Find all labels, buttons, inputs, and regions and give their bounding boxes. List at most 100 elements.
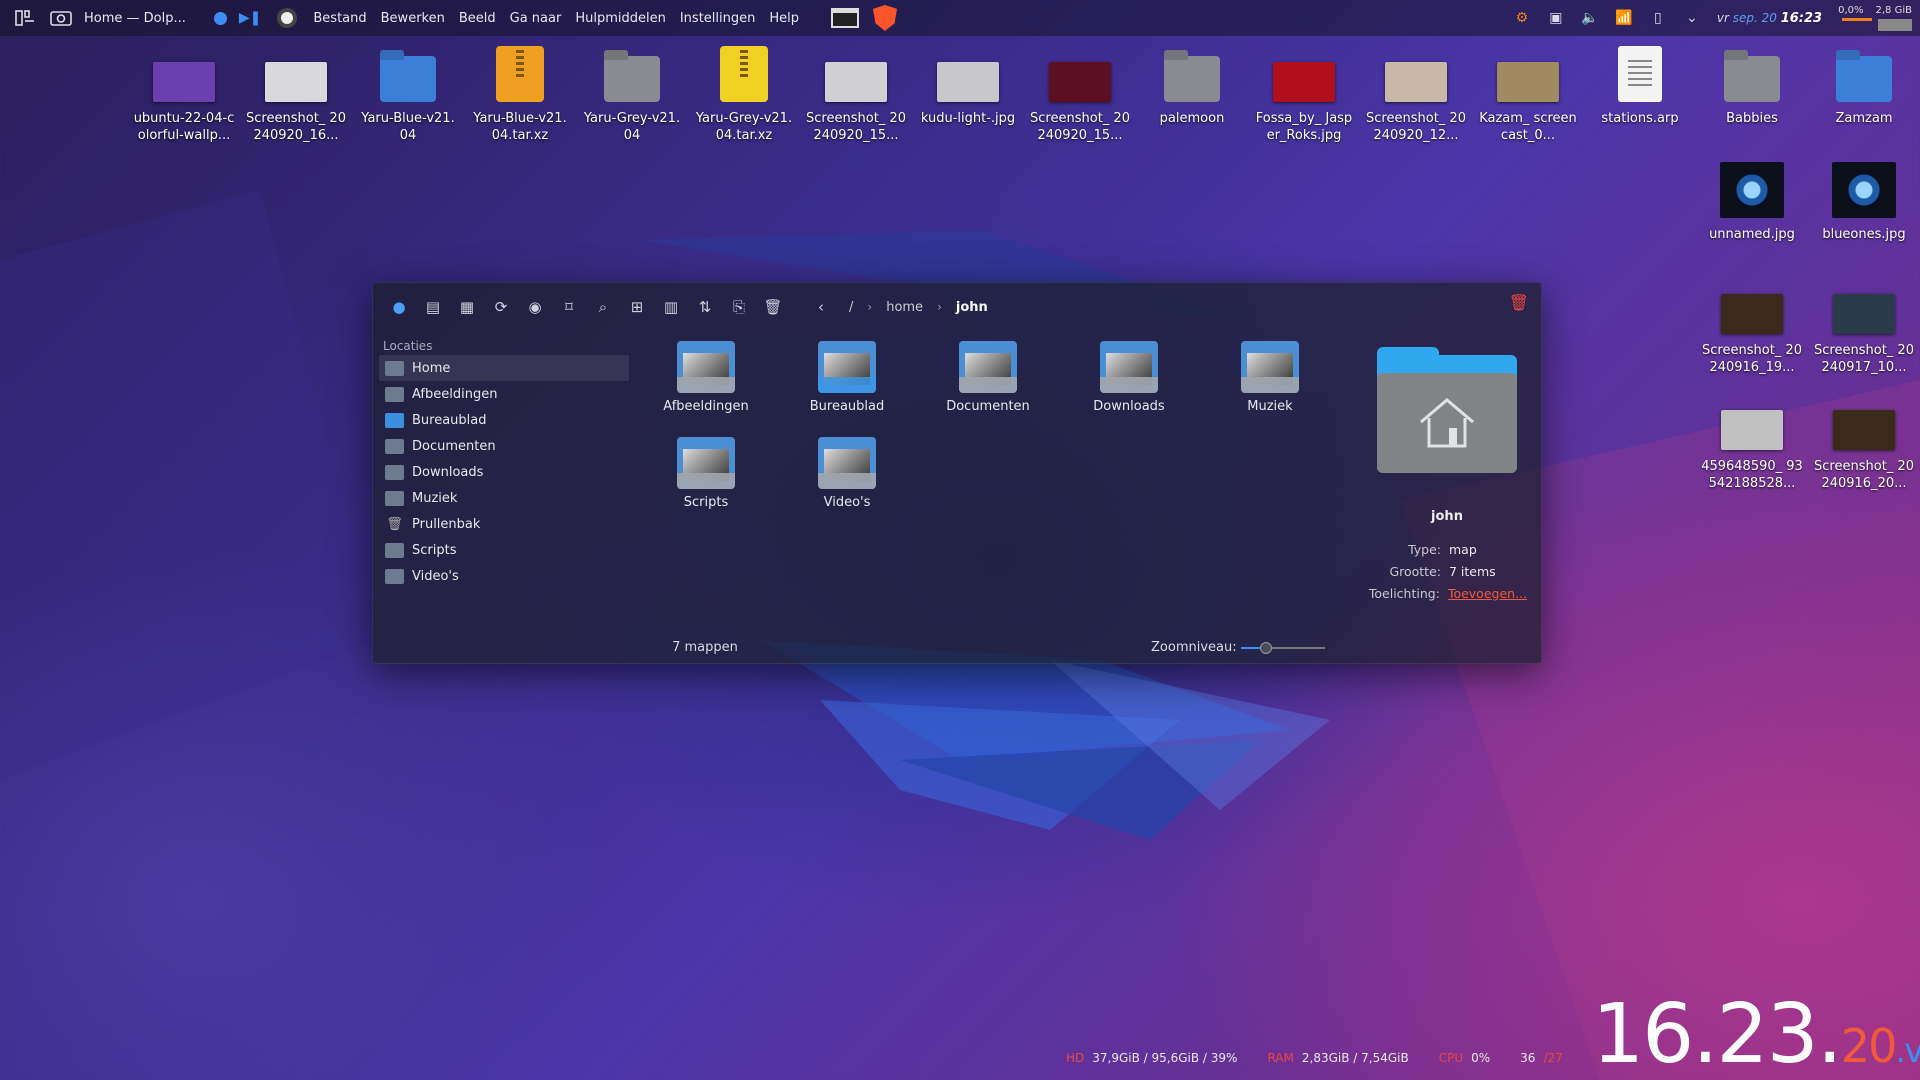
clock-seconds: 20 — [1840, 1019, 1898, 1073]
places-item[interactable]: 🗑 Prullenbak — [379, 511, 629, 537]
info-type-label: Type: — [1408, 541, 1441, 557]
volume-icon[interactable]: 🔈 — [1581, 9, 1599, 27]
desktop-icon-label: Yaru-Grey-v21. 04 — [583, 111, 681, 143]
menu-hulpmiddelen[interactable]: Hulpmiddelen — [575, 11, 666, 26]
menu-bewerken[interactable]: Bewerken — [381, 11, 445, 26]
places-item[interactable]: Documenten — [379, 433, 629, 459]
desktop-icon[interactable]: Zamzam — [1812, 46, 1916, 127]
desktop-icon[interactable]: Yaru-Blue-v21. 04 — [356, 46, 460, 144]
places-item[interactable]: Video's — [379, 563, 629, 589]
desktop-icon-label: Fossa_by_ Jasper_Roks.jpg — [1255, 111, 1353, 143]
zoom-slider[interactable] — [1241, 642, 1325, 654]
zoom-handle[interactable] — [1260, 642, 1273, 654]
add-comment-link[interactable]: Toevoegen... — [1448, 586, 1527, 601]
menu-ga-naar[interactable]: Ga naar — [510, 11, 562, 26]
menu-instellingen[interactable]: Instellingen — [680, 11, 756, 26]
places-item[interactable]: Muziek — [379, 485, 629, 511]
trash-icon[interactable]: 🗑 — [1509, 293, 1529, 312]
system-stats: HD 37,9GiB / 95,6GiB / 39% RAM 2,83GiB /… — [1066, 1051, 1563, 1065]
desktop-icon[interactable]: kudu-light-.jpg — [916, 46, 1020, 127]
copy-icon[interactable]: ⎘ — [725, 293, 753, 321]
compact-view-icon[interactable]: ▥ — [657, 293, 685, 321]
obs-icon[interactable] — [277, 8, 298, 28]
cpu-value: 0% — [1471, 1051, 1491, 1065]
desktop-icon[interactable]: Screenshot_ 20240920_15... — [1028, 46, 1132, 144]
desktop-icon[interactable]: Screenshot_ 20240920_16... — [244, 46, 348, 144]
hd-label: HD — [1066, 1051, 1085, 1065]
resource-monitor[interactable]: 0,0% 2,8 GiB — [1838, 5, 1912, 31]
folder-icon — [1164, 56, 1220, 102]
dolphin-toolbar: ● ▤ ▦ ⟳ ◉ ⌑ ⌕ ⊞ ▥ ⇅ ⎘ 🗑 ‹ / › home › joh… — [373, 283, 1541, 331]
icons-view-icon[interactable]: ⊞ — [623, 293, 651, 321]
bookmark-icon[interactable]: ⌑ — [555, 293, 583, 321]
updates-icon[interactable]: ⚙ — [1513, 9, 1531, 27]
chevron-down-icon[interactable]: ⌄ — [1683, 9, 1701, 27]
new-tab-icon[interactable]: ▦ — [453, 293, 481, 321]
search-icon[interactable]: ⌕ — [589, 293, 617, 321]
file-item[interactable]: Downloads — [1064, 341, 1194, 414]
clipboard-icon[interactable]: ▣ — [1547, 9, 1565, 27]
ram-value: 2,83GiB / 7,54GiB — [1301, 1051, 1409, 1065]
network-icon[interactable]: 📶 — [1615, 9, 1633, 27]
places-item[interactable]: Bureaublad — [379, 407, 629, 433]
desktop-icon[interactable]: blueones.jpg — [1812, 162, 1916, 243]
desktop-icon[interactable]: 459648590_ 93542188528... — [1700, 394, 1804, 492]
info-size-value: 7 items — [1449, 563, 1496, 579]
show-hidden-icon[interactable]: ◉ — [521, 293, 549, 321]
view-mode-icon[interactable]: ● — [385, 293, 413, 321]
desktop-icon[interactable]: Screenshot_ 20240920_15... — [804, 46, 908, 144]
places-item[interactable]: Home — [379, 355, 629, 381]
file-item[interactable]: Muziek — [1205, 341, 1335, 414]
desktop-icon[interactable]: ubuntu-22-04-colorful-wallp... — [132, 46, 236, 144]
file-item[interactable]: Bureaublad — [782, 341, 912, 414]
active-window-title[interactable]: Home — Dolp... — [84, 11, 186, 26]
file-item[interactable]: Afbeeldingen — [641, 341, 771, 414]
crumb-home[interactable]: home — [886, 300, 923, 315]
file-item[interactable]: Video's — [782, 437, 912, 510]
brave-browser-icon[interactable] — [873, 5, 897, 31]
folder-icon — [818, 437, 876, 489]
cpu-label: CPU — [1438, 1051, 1464, 1065]
places-item[interactable]: Downloads — [379, 459, 629, 485]
image-icon — [1721, 294, 1783, 334]
desktop-icon[interactable]: Screenshot_ 20240916_20... — [1812, 394, 1916, 492]
split-view-icon[interactable]: ▤ — [419, 293, 447, 321]
info-size-row: Grootte: 7 items — [1367, 560, 1527, 582]
sort-icon[interactable]: ⇅ — [691, 293, 719, 321]
crumb-root[interactable]: / — [849, 300, 853, 315]
panel-clock[interactable]: vr sep. 20 16:23 — [1717, 11, 1822, 26]
dolphin-window[interactable]: ● ▤ ▦ ⟳ ◉ ⌑ ⌕ ⊞ ▥ ⇅ ⎘ 🗑 ‹ / › home › joh… — [372, 282, 1542, 664]
file-item[interactable]: Documenten — [923, 341, 1053, 414]
places-item[interactable]: Afbeeldingen — [379, 381, 629, 407]
play-pause-icon[interactable]: ▶❚ — [239, 10, 262, 26]
screenshot-icon[interactable] — [48, 5, 74, 31]
terminal-icon[interactable] — [831, 8, 859, 28]
menu-bestand[interactable]: Bestand — [313, 11, 366, 26]
desktop-icon[interactable]: Yaru-Grey-v21. 04.tar.xz — [692, 46, 796, 144]
desktop-icon[interactable]: Screenshot_ 20240920_12... — [1364, 46, 1468, 144]
desktop-icon[interactable]: Yaru-Grey-v21. 04 — [580, 46, 684, 144]
battery-icon[interactable]: ▯ — [1649, 9, 1667, 27]
desktop-icon[interactable]: Fossa_by_ Jasper_Roks.jpg — [1252, 46, 1356, 144]
places-item[interactable]: Scripts — [379, 537, 629, 563]
desktop-icon[interactable]: unnamed.jpg — [1700, 162, 1804, 243]
desktop-icon[interactable]: Screenshot_ 20240916_19... — [1700, 278, 1804, 376]
desktop-icon[interactable]: stations.arp — [1588, 46, 1692, 127]
delete-icon[interactable]: 🗑 — [759, 293, 787, 321]
refresh-icon[interactable]: ⟳ — [487, 293, 515, 321]
desktop-icon[interactable]: palemoon — [1140, 46, 1244, 127]
desktop-icon[interactable]: Yaru-Blue-v21. 04.tar.xz — [468, 46, 572, 144]
crumb-current[interactable]: john — [956, 300, 988, 315]
app-launcher-icon[interactable] — [12, 5, 38, 31]
desktop-icon[interactable]: Babbies — [1700, 46, 1804, 127]
places-item-label: Scripts — [412, 542, 457, 558]
menu-beeld[interactable]: Beeld — [459, 11, 496, 26]
desktop-icon[interactable]: Kazam_ screencast_0... — [1476, 46, 1580, 144]
menu-help[interactable]: Help — [769, 11, 799, 26]
image-icon — [153, 62, 215, 102]
folder-icon — [677, 437, 735, 489]
back-icon[interactable]: ‹ — [807, 293, 835, 321]
status-dot-icon[interactable] — [213, 11, 227, 25]
file-item[interactable]: Scripts — [641, 437, 771, 510]
desktop-icon[interactable]: Screenshot_ 20240917_10... — [1812, 278, 1916, 376]
